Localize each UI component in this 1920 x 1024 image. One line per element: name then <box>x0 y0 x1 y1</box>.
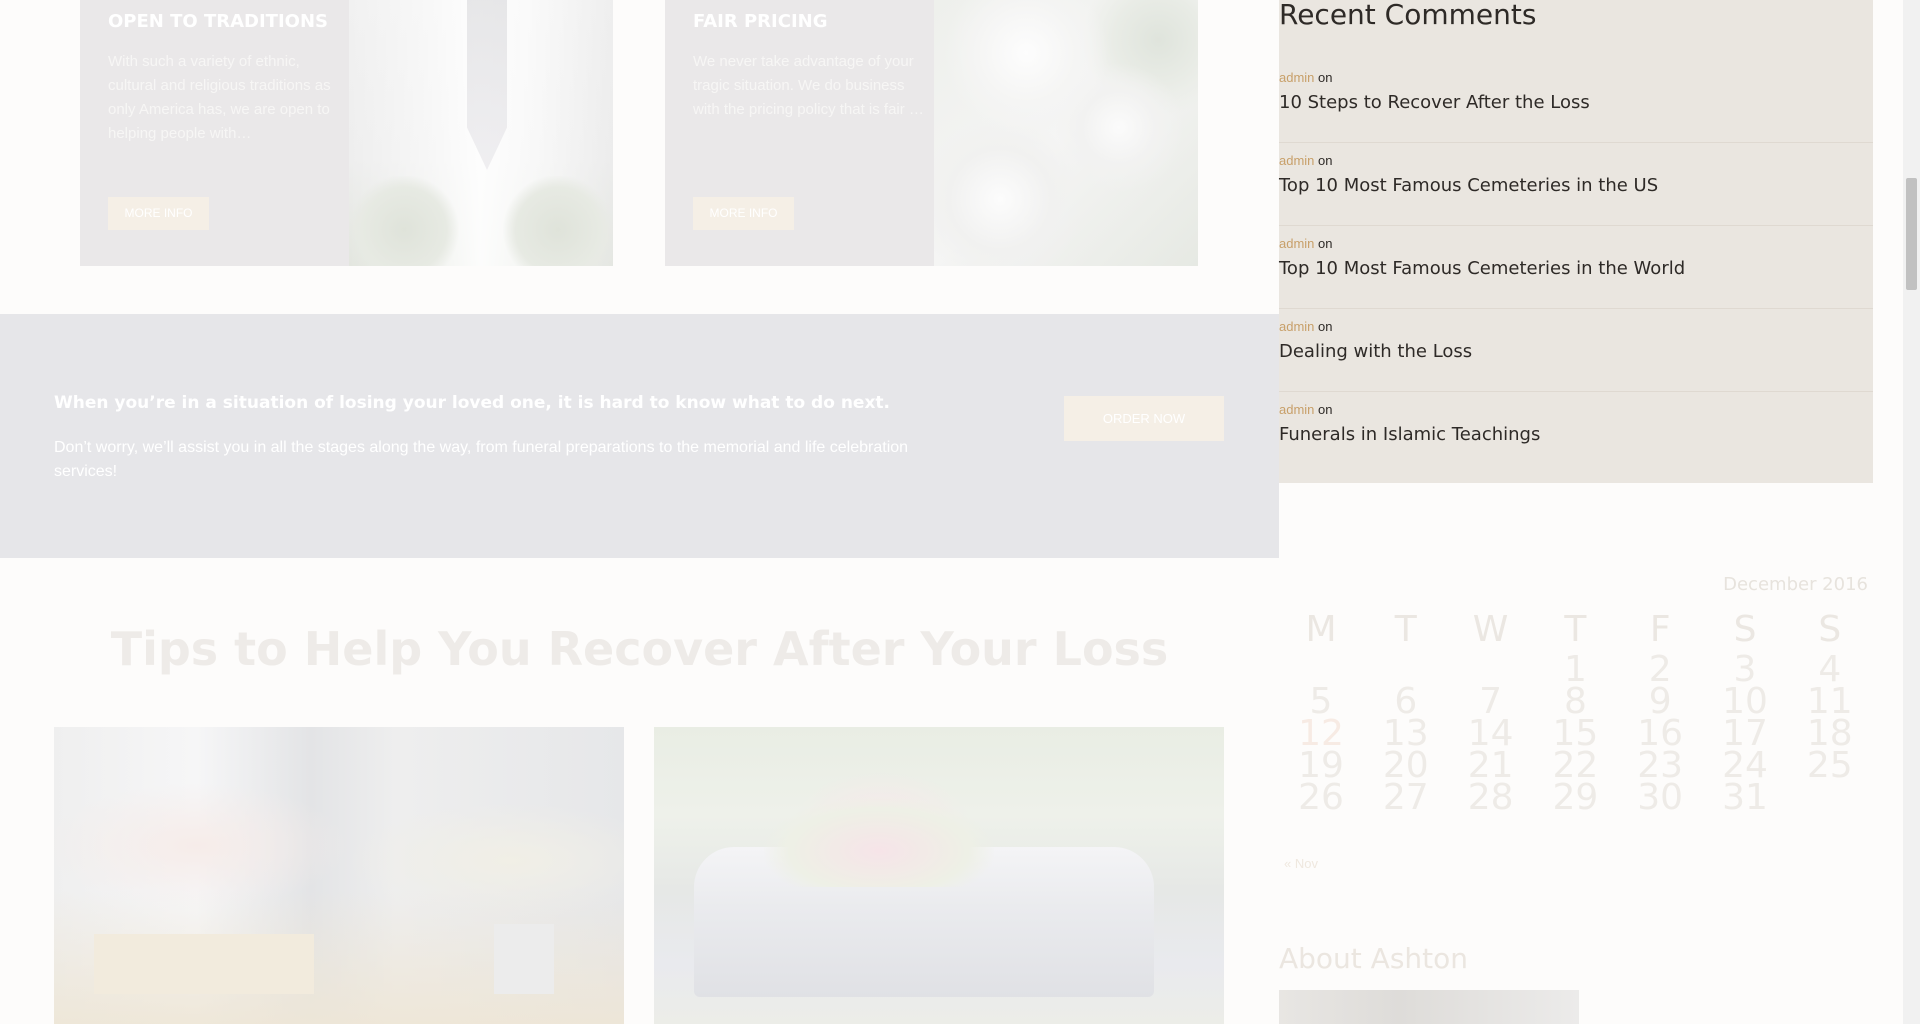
recent-comments-title: Recent Comments <box>1279 0 1537 31</box>
calendar-weekday-row: MTWTFSS <box>1279 612 1873 648</box>
funeral-hall-photo[interactable] <box>54 727 624 1024</box>
chair-shape <box>494 924 554 994</box>
calendar-day-cell: 26 <box>1298 777 1344 818</box>
comment-post-link[interactable]: Top 10 Most Famous Cemeteries in the US <box>1279 175 1658 196</box>
comment-meta: admin on <box>1279 70 1333 85</box>
calendar-week-row: 12 13 14 15 16 17 18 <box>1279 716 1873 752</box>
service-card-pricing: FAIR PRICING We never take advantage of … <box>665 0 1198 266</box>
recent-comment-item: admin on Top 10 Most Famous Cemeteries i… <box>1279 226 1873 309</box>
calendar-weekday-label: T <box>1394 609 1417 650</box>
calendar-weekday-label: S <box>1733 609 1757 650</box>
calendar-week-row: 26 27 28 29 30 31 <box>1279 780 1873 816</box>
calendar-day-cell: 27 <box>1382 777 1429 818</box>
recent-comment-item: admin on Top 10 Most Famous Cemeteries i… <box>1279 143 1873 226</box>
comment-author-link[interactable]: admin <box>1279 402 1314 417</box>
comment-meta: admin on <box>1279 153 1333 168</box>
service-card-description: With such a variety of ethnic, cultural … <box>108 53 331 142</box>
calendar-day-cell: 29 <box>1552 777 1599 818</box>
calendar-week-row: 1234 <box>1279 652 1873 688</box>
comment-post-link[interactable]: Dealing with the Loss <box>1279 341 1472 362</box>
about-photo <box>1279 990 1579 1024</box>
comment-author-link[interactable]: admin <box>1279 236 1314 251</box>
tree-shape <box>349 176 459 266</box>
comment-meta: admin on <box>1279 319 1333 334</box>
scrollbar-track[interactable] <box>1903 0 1920 1024</box>
cta-banner: When you’re in a situation of losing you… <box>0 314 1279 558</box>
comment-post-link[interactable]: Funerals in Islamic Teachings <box>1279 424 1540 445</box>
comment-post-link[interactable]: Top 10 Most Famous Cemeteries in the Wor… <box>1279 258 1685 279</box>
calendar-weekday-label: S <box>1818 609 1842 650</box>
church-window-shape <box>467 0 507 170</box>
church-photo <box>349 0 613 266</box>
cta-text: Don’t worry, we’ll assist you in all the… <box>54 439 909 480</box>
service-card-text: OPEN TO TRADITIONS With such a variety o… <box>108 0 348 230</box>
calendar-prev-month-link[interactable]: « Nov <box>1284 856 1318 871</box>
calendar-weekday-label: T <box>1564 609 1587 650</box>
comment-meta: admin on <box>1279 236 1333 251</box>
calendar-week-row: 5 6 7 8 9 10 11 <box>1279 684 1873 720</box>
comment-on-text: on <box>1318 402 1333 417</box>
calendar-week-row: 19 20 21 22 23 24 25 <box>1279 748 1873 784</box>
recent-comment-item: admin on Dealing with the Loss <box>1279 309 1873 392</box>
about-title: About Ashton <box>1279 942 1469 975</box>
calendar-day-cell: 30 <box>1637 777 1684 818</box>
comment-on-text: on <box>1318 153 1333 168</box>
calendar-day-cell: 28 <box>1467 777 1514 818</box>
cta-heading: When you’re in a situation of losing you… <box>54 393 891 413</box>
calendar-weekday-label: F <box>1649 609 1671 650</box>
casket-photo[interactable] <box>654 727 1224 1024</box>
service-card-title: FAIR PRICING <box>693 11 828 32</box>
comment-on-text: on <box>1318 70 1333 85</box>
roses-photo <box>934 0 1198 266</box>
calendar-caption: December 2016 <box>1723 574 1868 595</box>
comment-author-link[interactable]: admin <box>1279 319 1314 334</box>
more-info-button[interactable]: MORE INFO <box>108 197 209 230</box>
comment-author-link[interactable]: admin <box>1279 70 1314 85</box>
scrollbar-thumb[interactable] <box>1906 178 1917 290</box>
calendar-weekday-label: M <box>1305 609 1337 650</box>
recent-comment-item: admin on 10 Steps to Recover After the L… <box>1279 60 1873 143</box>
comment-on-text: on <box>1318 319 1333 334</box>
comment-post-link[interactable]: 10 Steps to Recover After the Loss <box>1279 92 1590 113</box>
calendar-day-cell: 25 <box>1806 745 1853 786</box>
order-now-button[interactable]: ORDER NOW <box>1064 396 1224 441</box>
comment-on-text: on <box>1318 236 1333 251</box>
tips-section-title: Tips to Help You Recover After Your Loss <box>110 622 1169 676</box>
flowers-shape <box>764 797 994 887</box>
service-card-traditions: OPEN TO TRADITIONS With such a variety o… <box>80 0 613 266</box>
calendar-weekday-label: W <box>1472 609 1509 650</box>
comment-author-link[interactable]: admin <box>1279 153 1314 168</box>
calendar-day-cell: 31 <box>1722 777 1768 818</box>
service-card-text: FAIR PRICING We never take advantage of … <box>693 0 933 230</box>
more-info-button[interactable]: MORE INFO <box>693 197 794 230</box>
recent-comment-item: admin on Funerals in Islamic Teachings <box>1279 392 1873 475</box>
table-shape <box>94 934 314 994</box>
tree-shape <box>503 176 613 266</box>
service-card-description: We never take advantage of your tragic s… <box>693 53 924 118</box>
service-card-title: OPEN TO TRADITIONS <box>108 11 328 32</box>
comment-meta: admin on <box>1279 402 1333 417</box>
